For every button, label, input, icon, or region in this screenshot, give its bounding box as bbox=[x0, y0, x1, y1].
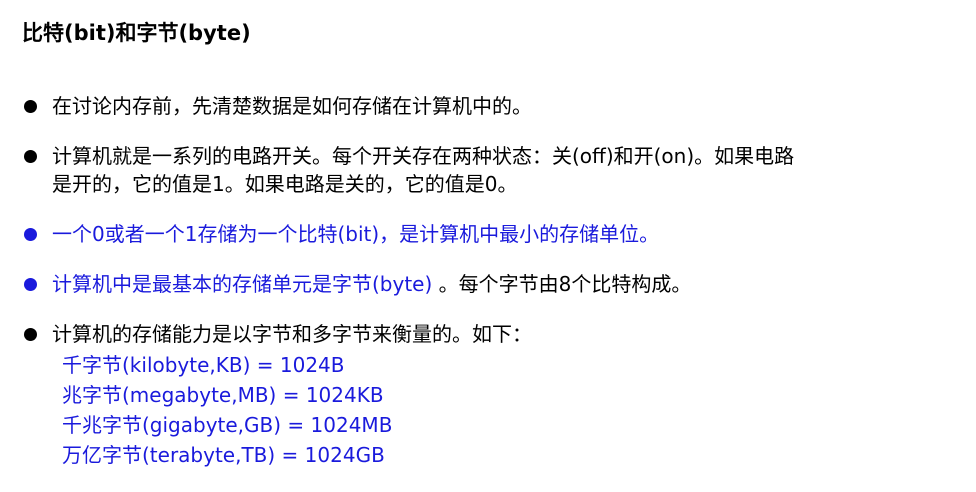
bullet-item: 在讨论内存前，先清楚数据是如何存储在计算机中的。 bbox=[22, 92, 962, 120]
unit-item: 兆字节(megabyte,MB) = 1024KB bbox=[62, 383, 384, 407]
bullet-dot-icon bbox=[24, 100, 37, 113]
bullet-item: 计算机的存储能力是以字节和多字节来衡量的。如下： 千字节(kilobyte,KB… bbox=[22, 320, 962, 470]
bullet-item-highlight: 一个0或者一个1存储为一个比特(bit)，是计算机中最小的存储单位。 bbox=[22, 220, 962, 248]
bullet-text: 是开的，它的值是1。如果电路是关的，它的值是0。 bbox=[52, 172, 518, 196]
bullet-text: 在讨论内存前，先清楚数据是如何存储在计算机中的。 bbox=[52, 94, 532, 118]
bullet-text: 计算机的存储能力是以字节和多字节来衡量的。如下： bbox=[52, 322, 532, 346]
bullet-item: 计算机中是最基本的存储单元是字节(byte) 。每个字节由8个比特构成。 bbox=[22, 270, 962, 298]
plain-text: 。每个字节由8个比特构成。 bbox=[432, 272, 692, 296]
unit-list: 千字节(kilobyte,KB) = 1024B 兆字节(megabyte,MB… bbox=[62, 350, 962, 470]
bullet-text: 一个0或者一个1存储为一个比特(bit)，是计算机中最小的存储单位。 bbox=[52, 222, 660, 246]
bullet-dot-icon bbox=[24, 328, 37, 341]
bullet-text: 计算机就是一系列的电路开关。每个开关存在两种状态：关(off)和开(on)。如果… bbox=[52, 144, 795, 168]
bullet-dot-icon bbox=[24, 228, 37, 241]
unit-item: 万亿字节(terabyte,TB) = 1024GB bbox=[62, 443, 385, 467]
bullet-list: 在讨论内存前，先清楚数据是如何存储在计算机中的。 计算机就是一系列的电路开关。每… bbox=[22, 92, 962, 492]
slide-title: 比特(bit)和字节(byte) bbox=[22, 21, 251, 45]
bullet-dot-icon bbox=[24, 150, 37, 163]
unit-item: 千字节(kilobyte,KB) = 1024B bbox=[62, 353, 345, 377]
unit-item: 千兆字节(gigabyte,GB) = 1024MB bbox=[62, 413, 393, 437]
highlighted-text: 计算机中是最基本的存储单元是字节(byte) bbox=[52, 272, 433, 296]
bullet-item: 计算机就是一系列的电路开关。每个开关存在两种状态：关(off)和开(on)。如果… bbox=[22, 142, 962, 198]
bullet-dot-icon bbox=[24, 278, 37, 291]
bullet-text: 计算机中是最基本的存储单元是字节(byte) 。每个字节由8个比特构成。 bbox=[52, 270, 962, 298]
